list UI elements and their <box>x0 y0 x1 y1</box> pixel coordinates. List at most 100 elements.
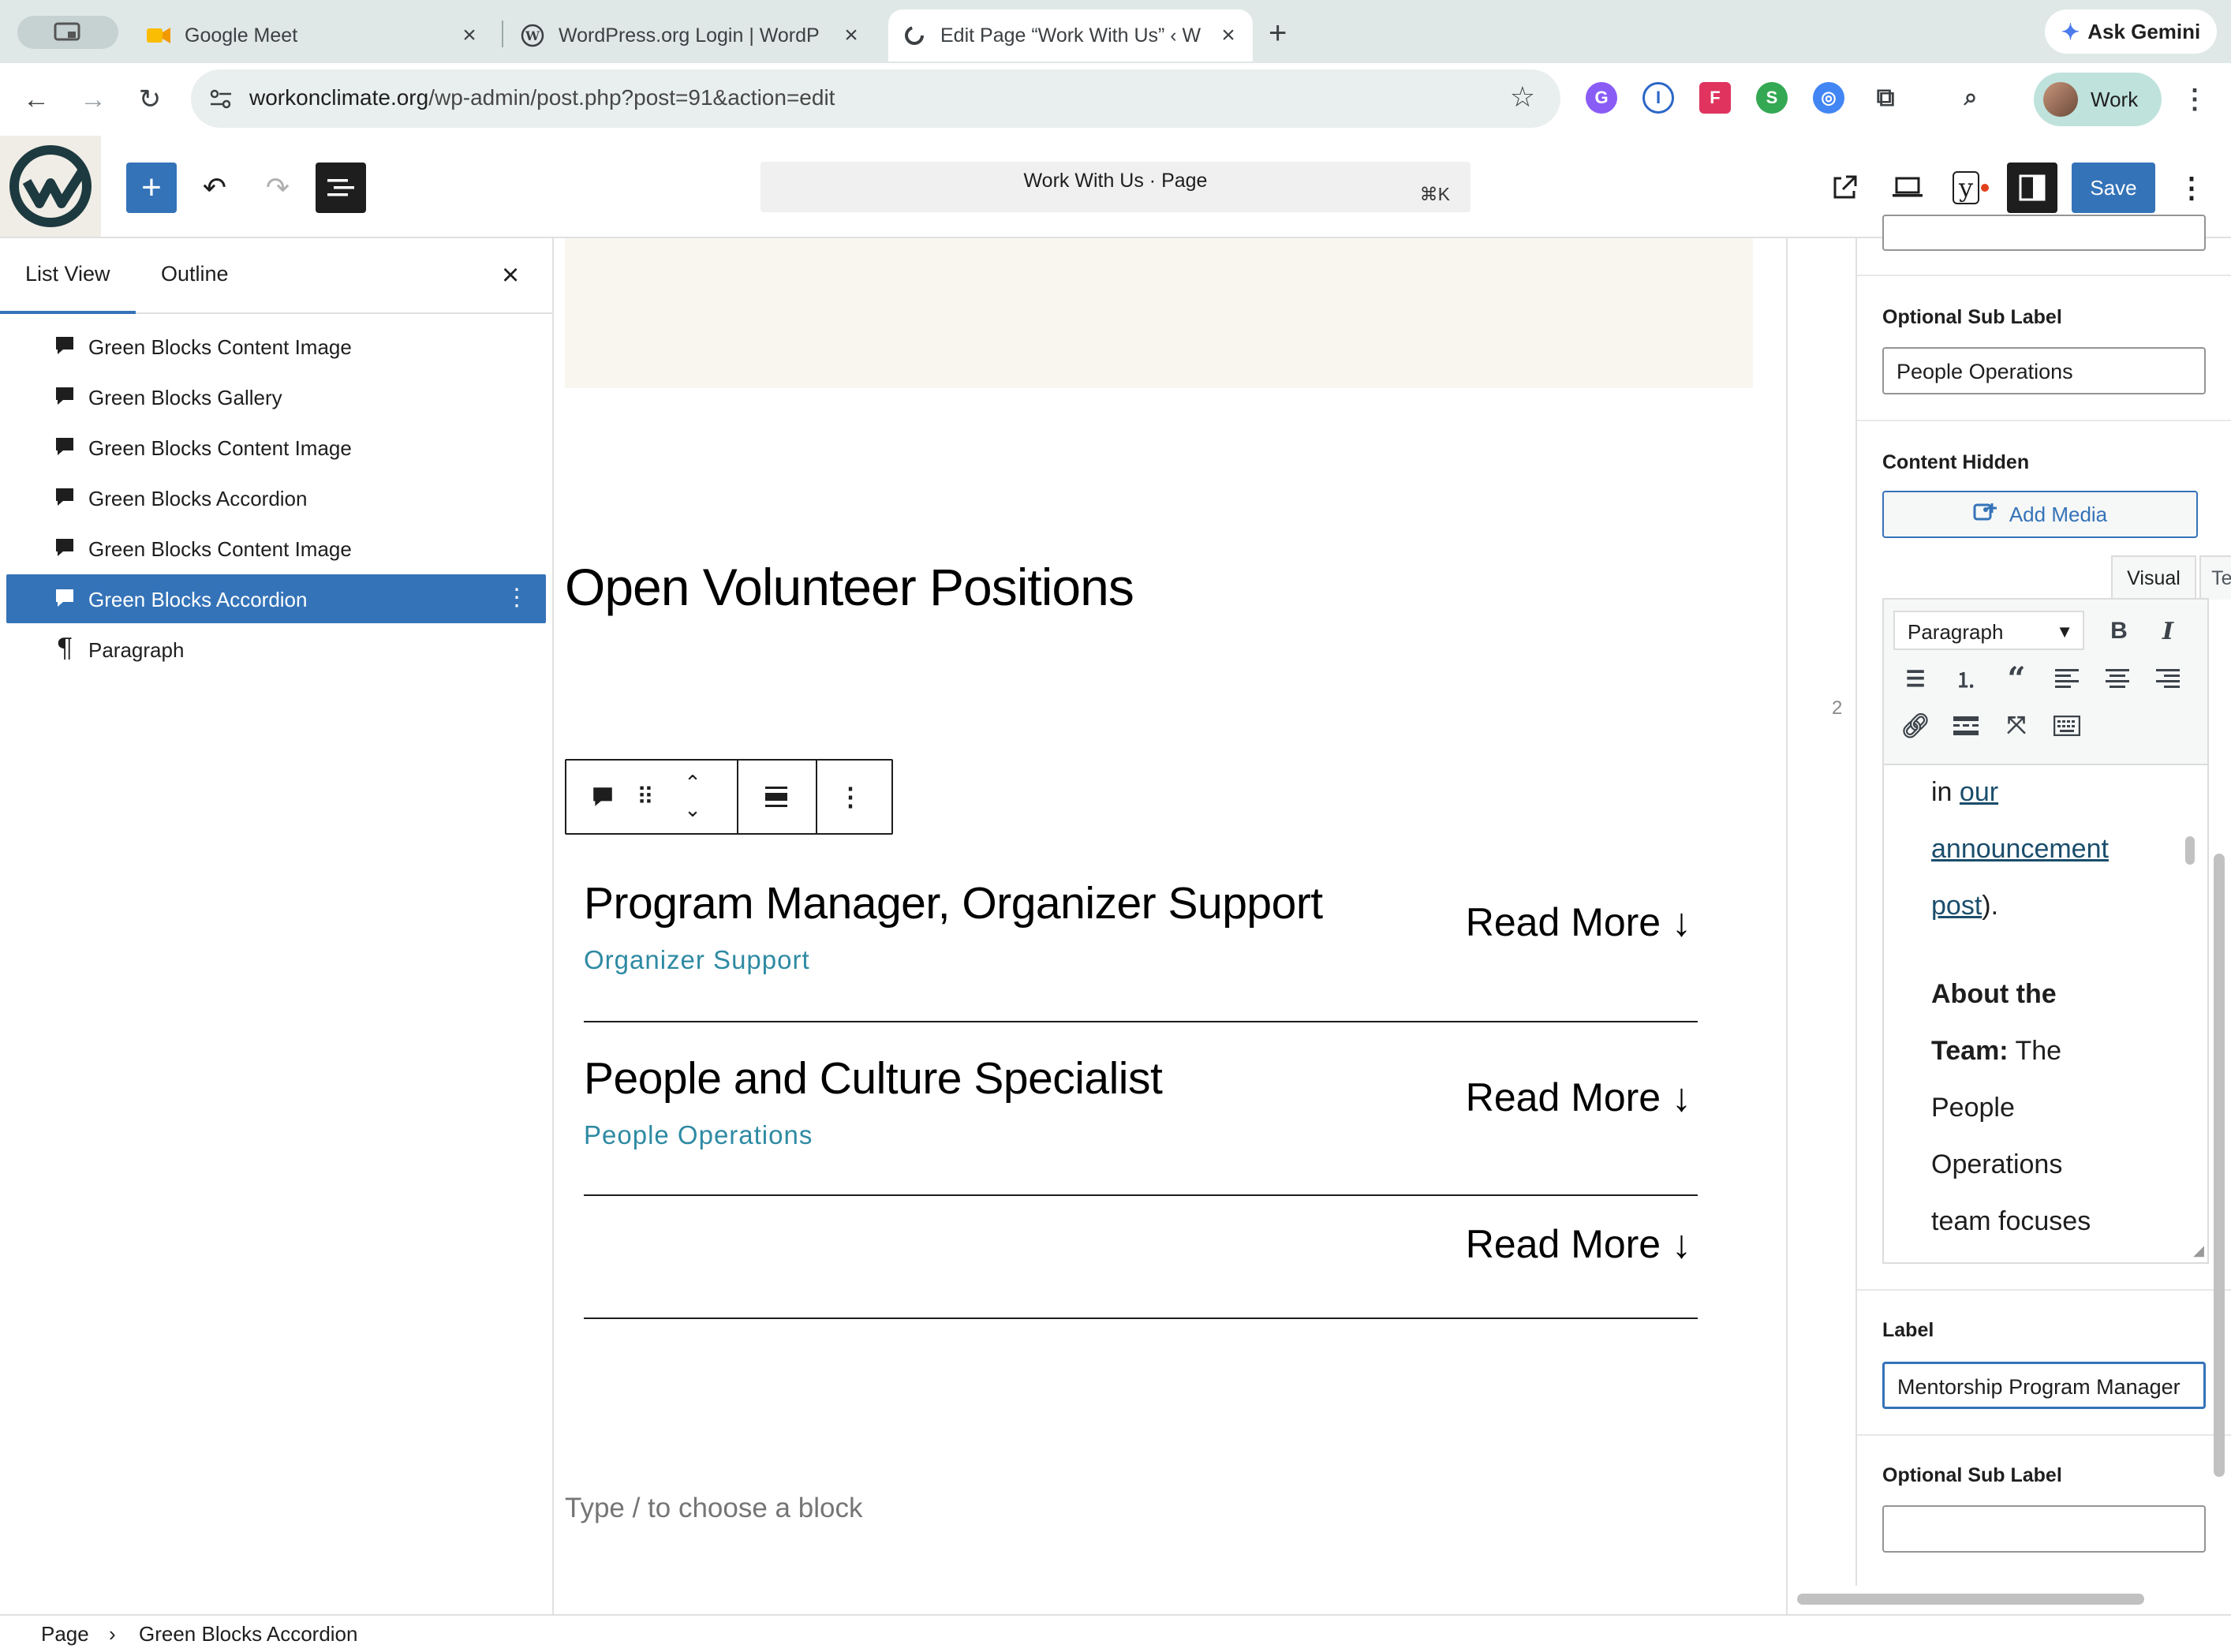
options-menu-icon[interactable]: ⋮ <box>2166 163 2217 213</box>
tab-visual[interactable]: Visual <box>2111 555 2196 600</box>
yoast-seo-icon[interactable]: y <box>1945 163 1996 213</box>
list-item[interactable]: Green Blocks Content Image <box>6 423 546 472</box>
accordion-item[interactable]: Program Manager, Organizer Support Organ… <box>584 866 1698 1022</box>
password-manager-extension-icon[interactable]: I <box>1642 82 1674 114</box>
blue-circle-extension-icon[interactable]: ◎ <box>1813 82 1844 114</box>
content-editor[interactable]: Paragraph ▼ B I ☰ ⒈ “ 🔗︎ ⤧ in our announ… <box>1882 598 2209 1264</box>
browser-menu-icon[interactable]: ⋮ <box>2177 82 2212 117</box>
redo-icon[interactable]: ↷ <box>252 163 303 213</box>
italic-icon[interactable]: I <box>2152 615 2184 647</box>
align-icon[interactable] <box>762 783 790 811</box>
settings-sidebar-button[interactable] <box>2007 163 2057 213</box>
bookmark-star-icon[interactable]: ☆ <box>1510 80 1535 114</box>
announcement-link[interactable]: post <box>1931 891 1982 921</box>
announcement-link[interactable]: announcement <box>1931 834 2109 864</box>
label-field[interactable]: Mentorship Program Manager <box>1882 1362 2206 1409</box>
bullet-list-icon[interactable]: ☰ <box>1900 663 1931 694</box>
page-heading[interactable]: Open Volunteer Positions <box>565 557 1134 617</box>
accordion-item[interactable]: Read More ↓ <box>584 1196 1698 1319</box>
optional-sub-label-field[interactable] <box>1882 1505 2206 1553</box>
tab-group-icon[interactable] <box>17 16 118 49</box>
optional-sub-label-field[interactable]: People Operations <box>1882 347 2206 394</box>
content-line: Team: The <box>1931 1036 2062 1066</box>
reload-icon[interactable]: ↻ <box>133 82 167 117</box>
command-palette-bar[interactable]: Work With Us · Page ⌘K <box>760 162 1471 212</box>
back-arrow-icon[interactable]: ← <box>19 82 54 117</box>
tab-edit-page[interactable]: Edit Page “Work With Us” ‹ W × <box>888 9 1253 62</box>
content-image-block[interactable] <box>565 238 1753 388</box>
read-more-toggle[interactable]: Read More ↓ <box>1466 1221 1691 1267</box>
site-logo-icon[interactable] <box>0 136 101 237</box>
close-tab-icon[interactable]: × <box>1215 22 1242 49</box>
tab-outline[interactable]: Outline <box>161 262 229 286</box>
editor-scrollbar[interactable] <box>2185 836 2195 865</box>
list-item[interactable]: Green Blocks Content Image <box>6 322 546 371</box>
align-center-icon[interactable] <box>2102 663 2133 694</box>
move-up-icon[interactable]: ⌃ <box>678 771 707 794</box>
blockquote-icon[interactable]: “ <box>2001 660 2032 697</box>
breadcrumb-root[interactable]: Page <box>41 1622 89 1646</box>
announcement-link[interactable]: our <box>1960 777 1998 807</box>
drag-handle-icon[interactable]: ⠿ <box>631 783 660 811</box>
list-item[interactable]: Green Blocks Content Image <box>6 524 546 573</box>
preview-device-icon[interactable] <box>1882 163 1933 213</box>
align-right-icon[interactable] <box>2152 663 2184 694</box>
save-button[interactable]: Save <box>2072 163 2155 213</box>
link-icon[interactable]: 🔗︎ <box>1900 710 1931 742</box>
read-more-toggle[interactable]: Read More ↓ <box>1466 1075 1691 1120</box>
forward-arrow-icon[interactable]: → <box>76 82 110 117</box>
read-more-tag-icon[interactable] <box>1950 710 1982 742</box>
block-inserter-button[interactable]: + <box>126 163 177 213</box>
bold-icon[interactable]: B <box>2103 615 2135 647</box>
block-type-icon[interactable] <box>589 783 617 811</box>
undo-icon[interactable]: ↶ <box>189 163 240 213</box>
close-icon[interactable]: × <box>502 259 519 293</box>
site-info-icon[interactable] <box>205 84 237 115</box>
block-options-icon[interactable]: ⋮ <box>505 584 529 611</box>
view-page-icon[interactable] <box>1819 163 1870 213</box>
new-tab-icon[interactable]: + <box>1269 16 1287 51</box>
resize-handle-icon[interactable]: ◢ <box>2193 1243 2204 1259</box>
divider <box>1857 1289 2231 1291</box>
breadcrumb-current[interactable]: Green Blocks Accordion <box>139 1622 357 1646</box>
browser-tab-bar: Google Meet × W WordPress.org Login | Wo… <box>0 0 2231 63</box>
close-tab-icon[interactable]: × <box>456 22 483 49</box>
accordion-item[interactable]: People and Culture Specialist People Ope… <box>584 1022 1698 1196</box>
read-more-toggle[interactable]: Read More ↓ <box>1466 899 1691 945</box>
tab-google-meet[interactable]: Google Meet × <box>147 9 494 62</box>
content-line: About the <box>1931 979 2057 1009</box>
fullscreen-icon[interactable]: ⤧ <box>2001 710 2032 742</box>
ask-gemini-button[interactable]: ✦ Ask Gemini <box>2045 9 2217 54</box>
tab-wordpress-login[interactable]: W WordPress.org Login | WordPr × <box>521 9 876 62</box>
tab-search-icon[interactable]: ⌕ <box>1955 82 1986 114</box>
align-left-icon[interactable] <box>2051 663 2083 694</box>
format-select[interactable]: Paragraph ▼ <box>1893 611 2084 650</box>
profile-button[interactable]: Work <box>2034 73 2162 126</box>
address-bar[interactable]: workonclimate.org/wp-admin/post.php?post… <box>191 69 1560 128</box>
list-item[interactable]: Green Blocks Accordion <box>6 473 546 522</box>
numbered-list-icon[interactable]: ⒈ <box>1950 663 1982 694</box>
more-options-icon[interactable]: ⋮ <box>827 783 874 811</box>
sidebar-horizontal-scrollbar[interactable] <box>1797 1594 2144 1605</box>
site-favicon <box>902 24 926 47</box>
block-placeholder[interactable]: Type / to choose a block <box>565 1493 862 1524</box>
move-down-icon[interactable]: ⌄ <box>678 798 707 821</box>
add-media-button[interactable]: Add Media <box>1882 491 2198 538</box>
list-item[interactable]: Green Blocks Gallery <box>6 372 546 421</box>
sidebar-scrollbar[interactable] <box>2214 854 2225 1477</box>
green-s-extension-icon[interactable]: S <box>1756 82 1788 114</box>
extensions-puzzle-icon[interactable]: ⧉ <box>1870 82 1901 114</box>
comment-block-icon <box>50 382 79 410</box>
list-item-selected[interactable]: Green Blocks Accordion ⋮ <box>6 574 546 623</box>
previous-field-input[interactable] <box>1882 215 2206 251</box>
tab-list-view[interactable]: List View <box>25 262 110 286</box>
list-item[interactable]: ¶ Paragraph <box>6 625 546 674</box>
document-overview-button[interactable] <box>316 163 366 213</box>
grammarly-extension-icon[interactable]: G <box>1586 82 1617 114</box>
pilcrow-icon: ¶ <box>56 633 73 664</box>
close-tab-icon[interactable]: × <box>838 22 865 49</box>
tab-text[interactable]: Text <box>2199 555 2231 600</box>
toolbar-toggle-icon[interactable] <box>2051 710 2083 742</box>
editor-content[interactable]: in our announcement post). About the Tea… <box>1931 764 2184 1250</box>
planner-extension-icon[interactable]: F <box>1699 82 1731 114</box>
